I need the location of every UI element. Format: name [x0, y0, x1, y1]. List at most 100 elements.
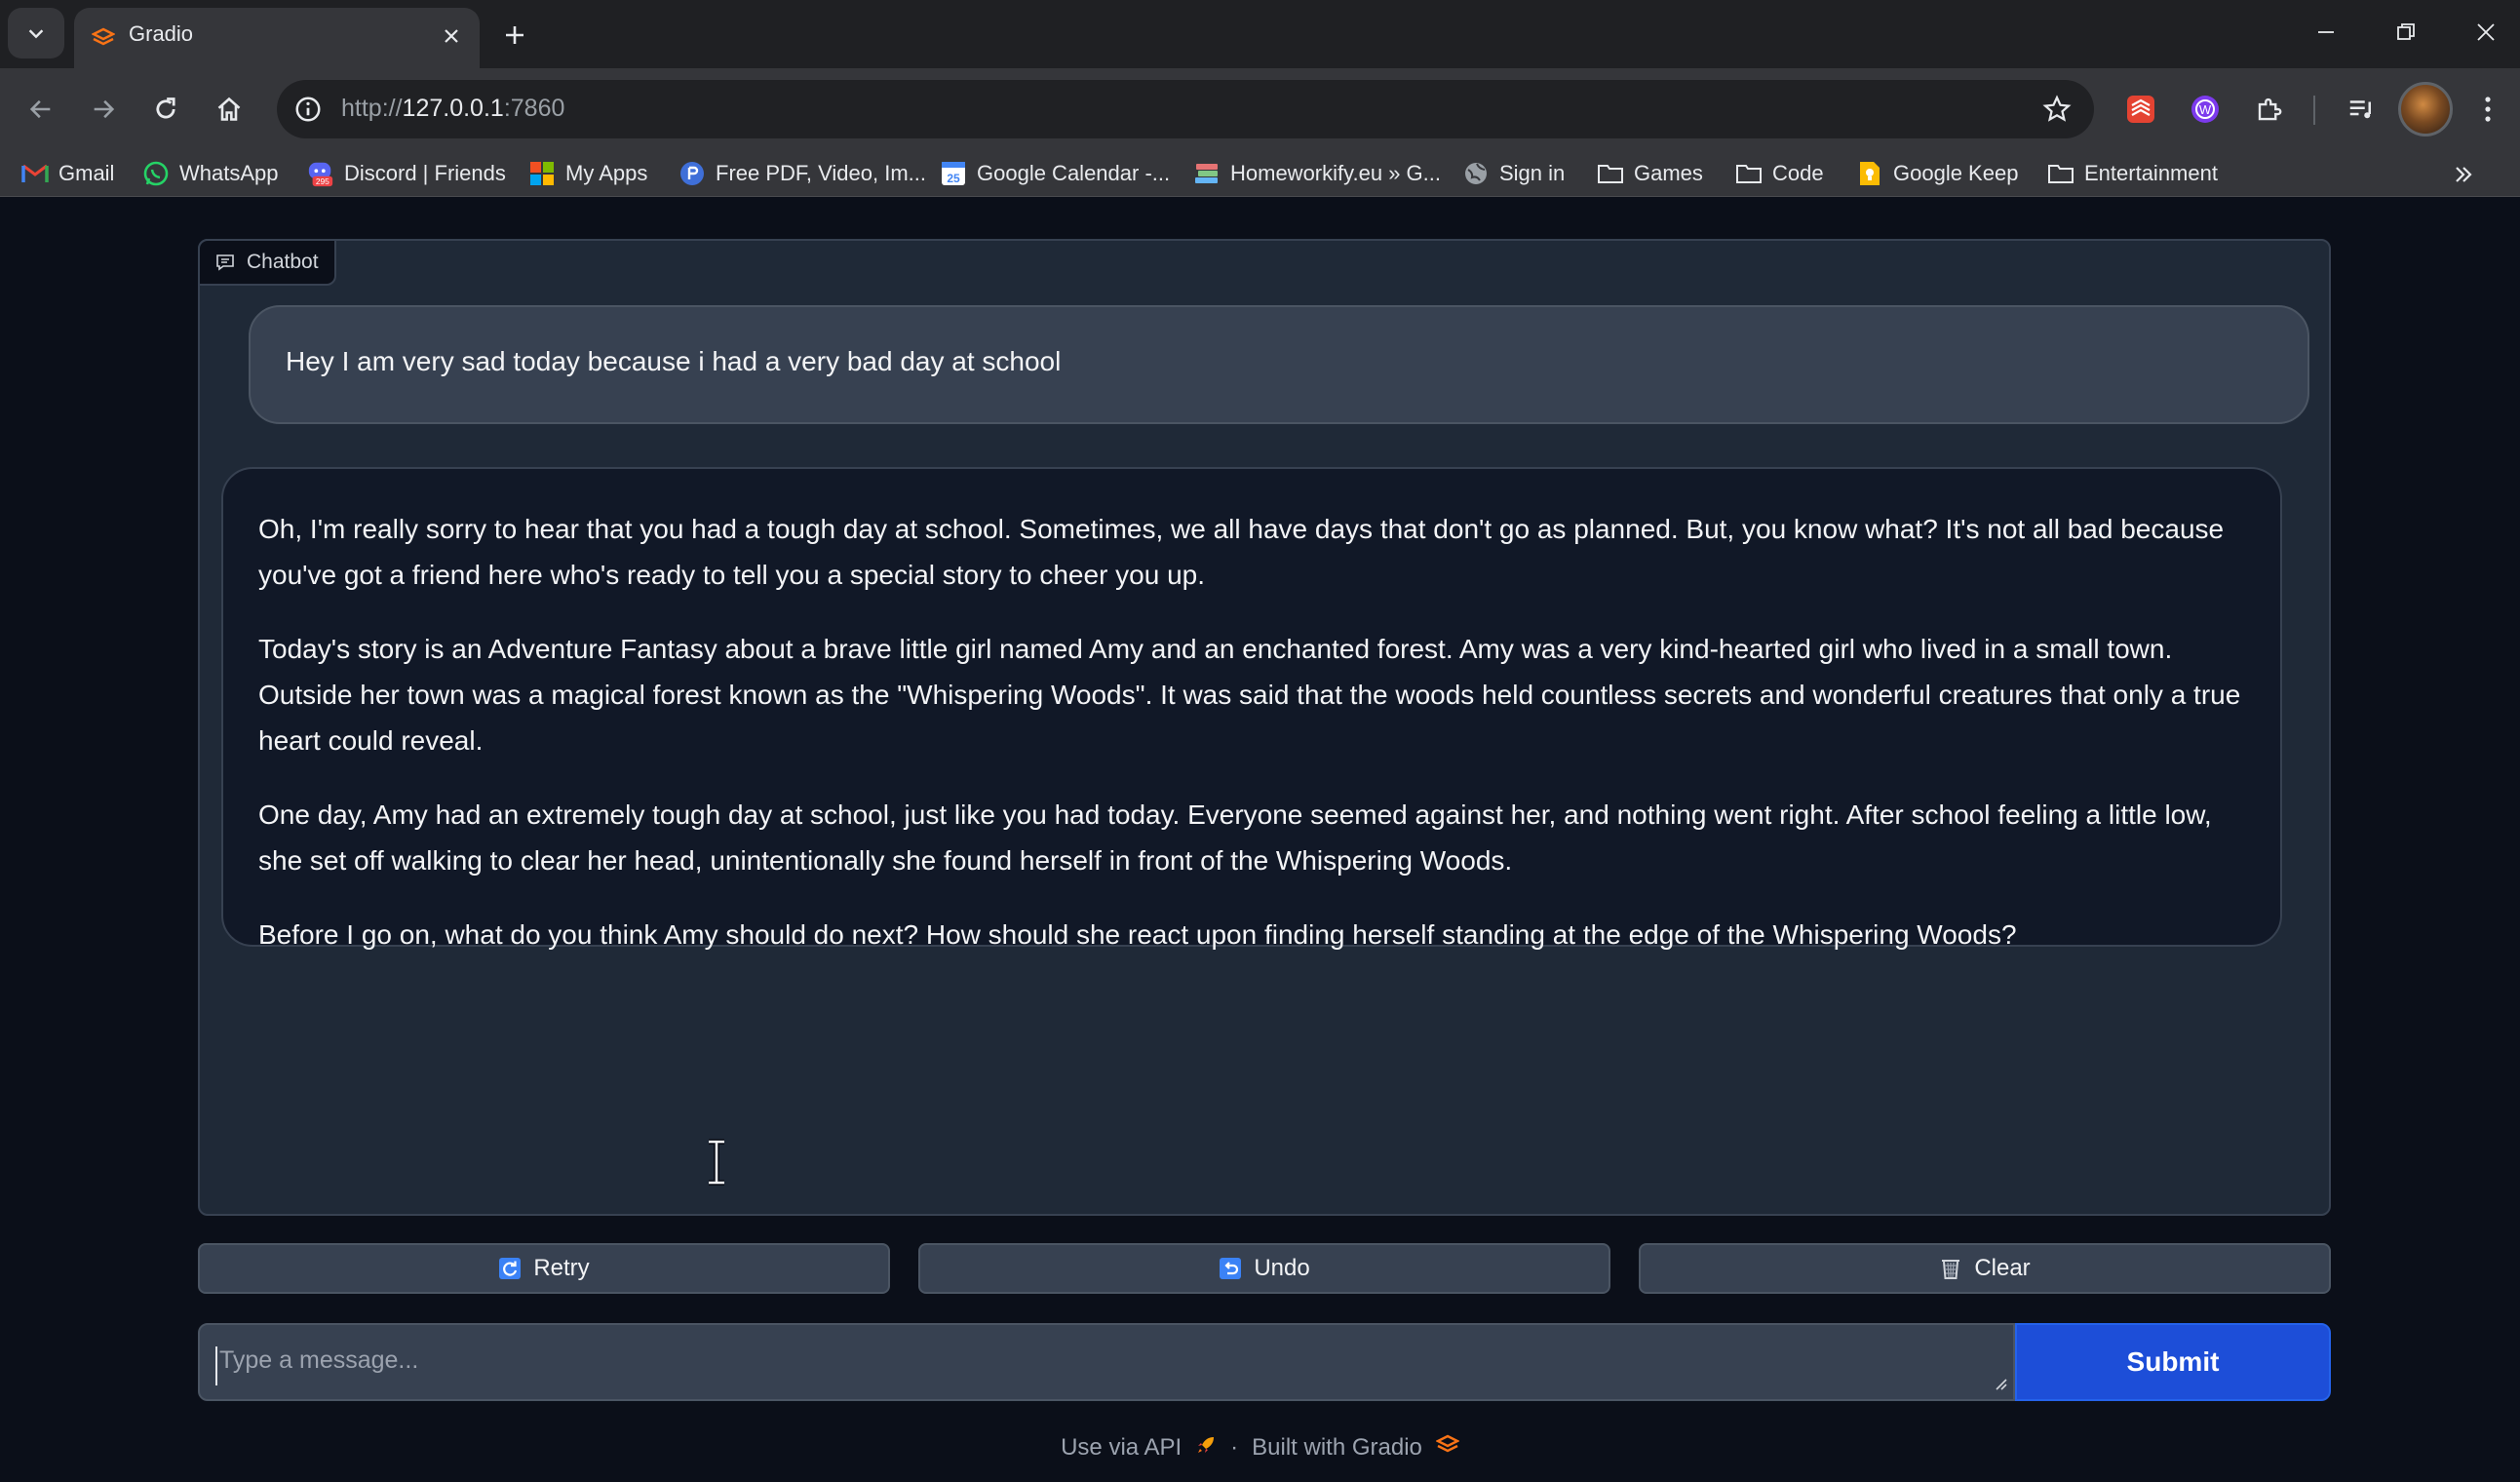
tab-title: Gradio: [129, 21, 194, 46]
address-bar[interactable]: http://127.0.0.1:7860: [277, 80, 2094, 138]
more-vertical-icon: [2485, 97, 2491, 122]
calendar-date: 25: [947, 172, 960, 185]
browser-tab-strip: Gradio: [0, 0, 2520, 68]
chatbot-label-text: Chatbot: [247, 251, 319, 273]
bookmark-label: Discord | Friends: [344, 161, 506, 185]
bot-message-paragraph: Today's story is an Adventure Fantasy ab…: [258, 634, 2241, 756]
bookmark-homeworkify[interactable]: Homeworkify.eu » G...: [1193, 156, 1441, 191]
plus-icon: [506, 26, 523, 44]
undo-button[interactable]: Undo: [918, 1243, 1610, 1294]
bookmark-star-icon[interactable]: [2039, 92, 2074, 127]
pdf-tool-icon: [678, 160, 706, 187]
bookmark-label: Entertainment: [2084, 161, 2218, 185]
arrow-left-icon: [29, 99, 51, 119]
message-textbox[interactable]: [198, 1323, 2015, 1401]
close-window-button[interactable]: [2457, 10, 2515, 55]
close-icon: [2477, 23, 2495, 41]
bookmark-label: Code: [1772, 161, 1824, 185]
bookmark-label: Free PDF, Video, Im...: [716, 161, 927, 185]
bot-message-paragraph: One day, Amy had an extremely tough day …: [258, 800, 2212, 876]
url-scheme: http://: [341, 95, 403, 122]
browser-tab[interactable]: Gradio: [74, 8, 480, 68]
bot-message-paragraph: Oh, I'm really sorry to hear that you ha…: [258, 514, 2225, 590]
profile-avatar[interactable]: [2398, 82, 2453, 136]
bookmark-label: Gmail: [58, 161, 115, 185]
bookmark-google-keep[interactable]: Google Keep: [1856, 156, 2018, 191]
bookmarks-overflow-button[interactable]: [2449, 160, 2478, 189]
minimize-icon: [2318, 31, 2334, 33]
whatsapp-icon: [142, 160, 170, 187]
bookmark-label: Google Keep: [1893, 161, 2019, 185]
folder-icon: [2047, 160, 2074, 187]
tab-search-button[interactable]: [8, 8, 64, 58]
browser-toolbar: http://127.0.0.1:7860 W: [0, 68, 2520, 150]
bookmark-label: My Apps: [565, 161, 648, 185]
chatbot-label: Chatbot: [198, 239, 336, 286]
bookmark-sign-in[interactable]: Sign in: [1462, 156, 1565, 191]
bookmark-label: Sign in: [1499, 161, 1566, 185]
footer: Use via API · Built with Gradio: [0, 1428, 2520, 1467]
close-tab-icon[interactable]: [437, 21, 466, 51]
bookmark-label: WhatsApp: [179, 161, 279, 185]
reload-icon: [156, 98, 175, 119]
folder-icon: [1735, 160, 1763, 187]
browser-menu-button[interactable]: [2464, 86, 2511, 133]
restore-icon: [2397, 23, 2415, 40]
toolbar-divider: [2313, 96, 2315, 125]
home-icon: [217, 97, 241, 121]
use-via-api-link[interactable]: Use via API: [1061, 1434, 1182, 1462]
bookmark-folder-games[interactable]: Games: [1597, 156, 1703, 191]
double-chevron-right-icon: [2456, 167, 2472, 182]
forward-button[interactable]: [80, 86, 127, 133]
todoist-extension-icon[interactable]: [2117, 86, 2164, 133]
globe-icon: [1462, 160, 1490, 187]
clear-button[interactable]: Clear: [1639, 1243, 2331, 1294]
bookmark-my-apps[interactable]: My Apps: [528, 156, 647, 191]
footer-separator: ·: [1230, 1434, 1239, 1461]
chatbot-panel: Chatbot Hey I am very sad today because …: [198, 239, 2331, 1216]
microsoft-apps-icon: [528, 160, 556, 187]
bookmark-label: Google Calendar -...: [977, 161, 1171, 185]
bookmark-gmail[interactable]: Gmail: [21, 156, 114, 191]
built-with-gradio-link[interactable]: Built with Gradio: [1252, 1434, 1422, 1462]
retry-icon: [498, 1257, 522, 1280]
back-button[interactable]: [18, 86, 64, 133]
arrow-right-icon: [94, 99, 115, 119]
site-info-icon[interactable]: [291, 92, 326, 127]
bookmark-folder-entertainment[interactable]: Entertainment: [2047, 156, 2218, 191]
retry-button[interactable]: Retry: [198, 1243, 890, 1294]
minimize-button[interactable]: [2297, 10, 2355, 55]
message-input[interactable]: [215, 1346, 1990, 1385]
submit-button[interactable]: Submit: [2015, 1323, 2331, 1401]
discord-badge: 295: [316, 176, 330, 186]
restore-button[interactable]: [2377, 10, 2435, 55]
new-tab-button[interactable]: [493, 14, 536, 57]
discord-icon: 295: [307, 160, 334, 187]
rocket-icon: [1195, 1434, 1217, 1462]
gradio-logo-icon: [1435, 1434, 1460, 1462]
wordtune-extension-icon[interactable]: W: [2182, 86, 2229, 133]
gradio-app: Chatbot Hey I am very sad today because …: [0, 198, 2520, 1482]
bookmark-whatsapp[interactable]: WhatsApp: [142, 156, 279, 191]
extensions-puzzle-icon[interactable]: [2246, 86, 2293, 133]
resize-handle-icon[interactable]: [1994, 1377, 2007, 1395]
bookmarks-bar: Gmail WhatsApp 295 Discord | Friends My …: [0, 150, 2520, 197]
url-text[interactable]: http://127.0.0.1:7860: [341, 95, 564, 123]
chevron-down-icon: [28, 29, 44, 39]
url-port: :7860: [503, 95, 565, 122]
submit-label: Submit: [2126, 1346, 2220, 1377]
bookmark-free-pdf[interactable]: Free PDF, Video, Im...: [678, 156, 926, 191]
bookmark-folder-code[interactable]: Code: [1735, 156, 1824, 191]
bot-message-paragraph: Before I go on, what do you think Amy sh…: [258, 919, 2017, 950]
text-cursor-icon: [709, 1139, 724, 1186]
media-controls-icon[interactable]: [2338, 86, 2384, 133]
bookmark-google-calendar[interactable]: 25 Google Calendar -...: [940, 156, 1170, 191]
reload-button[interactable]: [142, 86, 189, 133]
undo-icon: [1219, 1257, 1242, 1280]
message-input-row: Submit: [198, 1323, 2331, 1401]
folder-icon: [1597, 160, 1624, 187]
gmail-icon: [21, 160, 49, 187]
home-button[interactable]: [206, 86, 252, 133]
bookmark-discord[interactable]: 295 Discord | Friends: [307, 156, 506, 191]
url-host: 127.0.0.1: [402, 95, 504, 122]
